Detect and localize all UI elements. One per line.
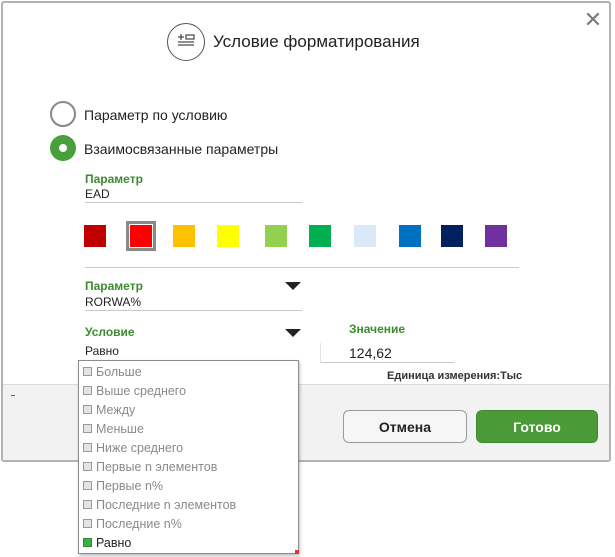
color-swatch[interactable]	[354, 225, 376, 247]
condition-option[interactable]: Выше среднего	[83, 381, 186, 400]
value-input[interactable]	[320, 343, 454, 363]
condition-option[interactable]: Меньше	[83, 419, 144, 438]
option-checkbox-icon	[83, 519, 92, 528]
color-swatch[interactable]	[217, 225, 239, 247]
option-checkbox-icon	[83, 424, 92, 433]
condition-dropdown-list: Больше Выше среднего Между Меньше Ниже средн…	[78, 360, 299, 554]
param2-value[interactable]: RORWA%	[85, 295, 141, 309]
color-swatch[interactable]	[265, 225, 287, 247]
param1-label: Параметр	[85, 172, 143, 186]
cancel-button[interactable]: Отмена	[343, 410, 467, 443]
color-swatch[interactable]	[173, 225, 195, 247]
param2-chevron-down-icon[interactable]	[285, 282, 301, 290]
condition-option[interactable]: Равно	[83, 533, 131, 552]
palette-divider	[85, 267, 519, 268]
option-label: Между	[96, 402, 136, 417]
param2-underline	[85, 310, 302, 311]
radio-label-conditional-parameter: Параметр по условию	[84, 107, 228, 123]
option-checkbox-icon	[83, 405, 92, 414]
dialog-title: Условие форматирования	[213, 32, 420, 51]
option-checkbox-icon	[83, 462, 92, 471]
param1-underline	[85, 202, 302, 203]
color-swatch[interactable]	[399, 225, 421, 247]
option-label: Первые n%	[96, 478, 164, 493]
option-checkbox-icon	[83, 443, 92, 452]
red-marker	[11, 395, 15, 396]
option-label: Меньше	[96, 421, 144, 436]
option-checkbox-icon	[83, 386, 92, 395]
condition-option[interactable]: Ниже среднего	[83, 438, 183, 457]
condition-option[interactable]: Между	[83, 400, 135, 419]
option-label: Выше среднего	[96, 383, 187, 398]
option-checkbox-icon	[83, 538, 92, 547]
radio-conditional-parameter[interactable]	[50, 101, 76, 127]
condition-option[interactable]: Больше	[83, 362, 142, 381]
condition-label: Условие	[85, 325, 135, 339]
radio-label-linked-parameters: Взаимосвязанные параметры	[84, 141, 279, 157]
param2-label: Параметр	[85, 279, 143, 293]
condition-option[interactable]: Первые n элементов	[83, 457, 217, 476]
condition-chevron-down-icon[interactable]	[285, 329, 301, 337]
condition-option[interactable]: Последние n элементов	[83, 495, 236, 514]
radio-linked-parameters[interactable]	[50, 135, 76, 161]
option-label: Равно	[96, 535, 132, 550]
option-checkbox-icon	[83, 481, 92, 490]
option-label: Ниже среднего	[96, 440, 184, 455]
condition-option[interactable]: Последние n%	[83, 514, 182, 533]
option-label: Последние n%	[96, 516, 182, 531]
option-label: Первые n элементов	[96, 459, 218, 474]
color-swatch[interactable]	[84, 225, 106, 247]
option-checkbox-icon	[83, 367, 92, 376]
ok-button[interactable]: Готово	[476, 410, 598, 443]
format-condition-icon	[167, 23, 205, 61]
value-label: Значение	[349, 322, 406, 336]
color-swatch[interactable]	[485, 225, 507, 247]
color-swatch[interactable]	[441, 225, 463, 247]
condition-value[interactable]: Равно	[85, 344, 119, 358]
condition-option[interactable]: Первые n%	[83, 476, 163, 495]
unit-text: Единица измерения:Тыс	[387, 370, 523, 382]
option-label: Больше	[96, 364, 142, 379]
color-swatch[interactable]	[309, 225, 331, 247]
option-checkbox-icon	[83, 500, 92, 509]
option-label: Последние n элементов	[96, 497, 237, 512]
param1-value[interactable]: EAD	[85, 187, 110, 201]
close-icon[interactable]: ✕	[582, 9, 604, 31]
color-swatch[interactable]	[126, 221, 156, 251]
